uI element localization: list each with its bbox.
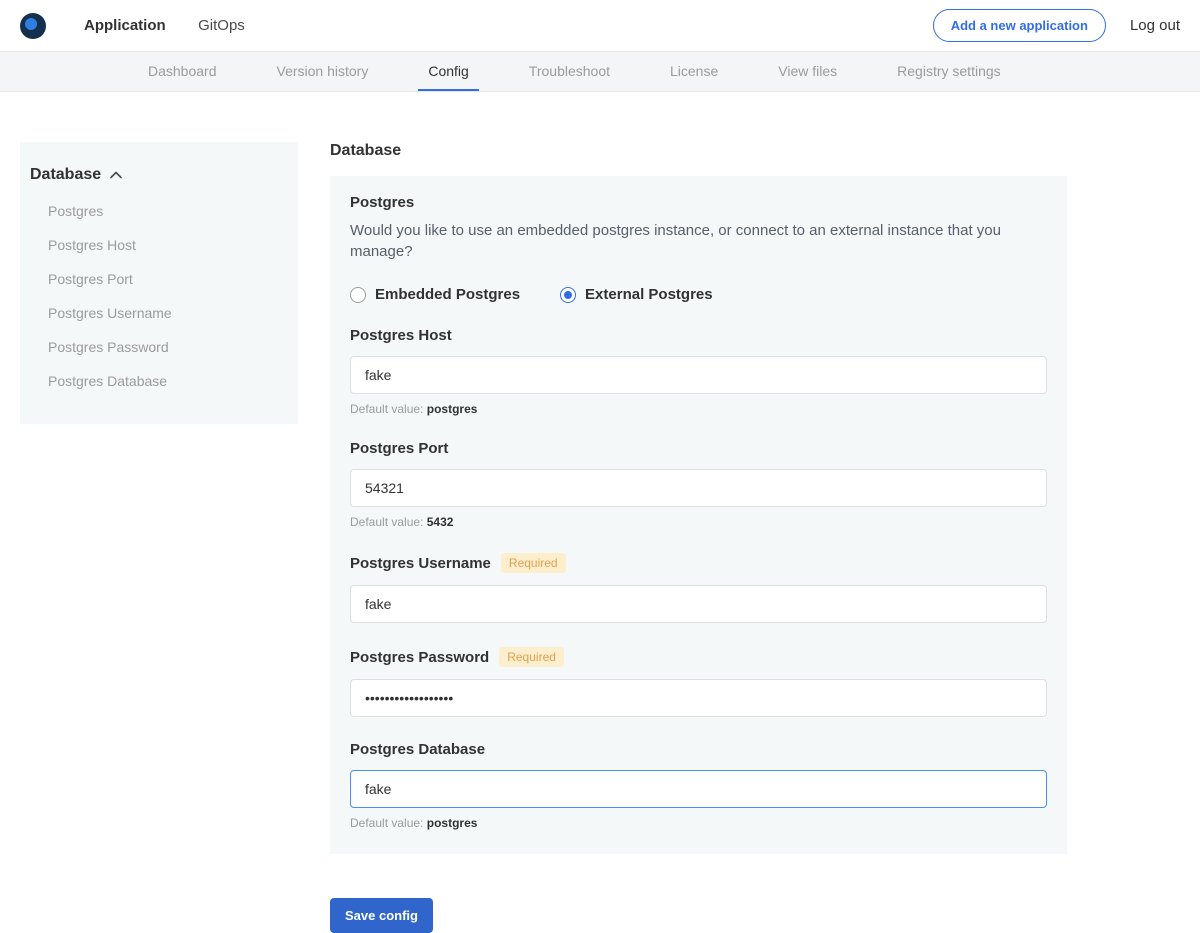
config-content: Database Postgres Would you like to use … [330, 142, 1067, 933]
sidebar-item-postgres-database[interactable]: Postgres Database [20, 364, 298, 398]
field-label-text: Postgres Password [350, 649, 489, 666]
app-subnav: Dashboard Version history Config Trouble… [0, 52, 1200, 92]
sidebar-group-database[interactable]: Database [20, 166, 298, 184]
sidebar-item-postgres[interactable]: Postgres [20, 194, 298, 228]
config-group-box: Postgres Would you like to use an embedd… [330, 176, 1067, 854]
field-label-text: Postgres Database [350, 741, 485, 758]
subnav-tab-registry-settings[interactable]: Registry settings [887, 52, 1010, 91]
group-title: Postgres [350, 194, 1047, 211]
field-label: Postgres Username Required [350, 553, 1047, 573]
field-postgres-database: Postgres Database Default value: postgre… [350, 741, 1047, 830]
subnav-tab-troubleshoot[interactable]: Troubleshoot [519, 52, 620, 91]
sidebar-item-list: Postgres Postgres Host Postgres Port Pos… [20, 194, 298, 398]
save-config-button[interactable]: Save config [330, 898, 433, 933]
field-label: Postgres Port [350, 440, 1047, 457]
tab-gitops[interactable]: GitOps [184, 0, 259, 52]
postgres-username-input[interactable] [350, 585, 1047, 623]
radio-selected-icon [560, 287, 576, 303]
tab-application[interactable]: Application [70, 0, 180, 52]
app-logo-icon [20, 13, 46, 39]
radio-unselected-icon [350, 287, 366, 303]
radio-external-postgres[interactable]: External Postgres [560, 286, 713, 303]
field-postgres-password: Postgres Password Required [350, 647, 1047, 717]
top-navbar: Application GitOps Add a new application… [0, 0, 1200, 52]
required-badge: Required [501, 553, 566, 573]
radio-embedded-label: Embedded Postgres [375, 286, 520, 303]
sidebar-item-postgres-port[interactable]: Postgres Port [20, 262, 298, 296]
top-navbar-right: Add a new application Log out [933, 9, 1180, 42]
group-help-text: Would you like to use an embedded postgr… [350, 220, 1047, 262]
default-label: Default value: [350, 816, 423, 830]
default-value: postgres [427, 402, 478, 416]
default-value: 5432 [427, 515, 454, 529]
default-value: postgres [427, 816, 478, 830]
field-label-text: Postgres Host [350, 327, 452, 344]
top-navbar-left: Application GitOps [20, 0, 259, 51]
postgres-port-input[interactable] [350, 469, 1047, 507]
field-label: Postgres Database [350, 741, 1047, 758]
default-label: Default value: [350, 515, 423, 529]
config-sidebar: Database Postgres Postgres Host Postgres… [20, 142, 298, 424]
required-badge: Required [499, 647, 564, 667]
radio-external-label: External Postgres [585, 286, 713, 303]
postgres-password-input[interactable] [350, 679, 1047, 717]
default-label: Default value: [350, 402, 423, 416]
postgres-database-input[interactable] [350, 770, 1047, 808]
field-postgres-host: Postgres Host Default value: postgres [350, 327, 1047, 416]
field-label: Postgres Host [350, 327, 1047, 344]
add-application-button[interactable]: Add a new application [933, 9, 1106, 42]
subnav-tab-version-history[interactable]: Version history [267, 52, 379, 91]
sidebar-item-postgres-password[interactable]: Postgres Password [20, 330, 298, 364]
sidebar-group-label: Database [30, 166, 101, 184]
subnav-tab-license[interactable]: License [660, 52, 728, 91]
default-value-hint: Default value: postgres [350, 402, 1047, 416]
top-nav-tabs: Application GitOps [70, 0, 259, 52]
field-label: Postgres Password Required [350, 647, 1047, 667]
subnav-tab-view-files[interactable]: View files [768, 52, 847, 91]
logout-link[interactable]: Log out [1130, 17, 1180, 34]
config-page: Database Postgres Postgres Host Postgres… [0, 92, 1200, 933]
default-value-hint: Default value: 5432 [350, 515, 1047, 529]
field-label-text: Postgres Port [350, 440, 448, 457]
field-postgres-port: Postgres Port Default value: 5432 [350, 440, 1047, 529]
sidebar-item-postgres-username[interactable]: Postgres Username [20, 296, 298, 330]
field-postgres-username: Postgres Username Required [350, 553, 1047, 623]
field-label-text: Postgres Username [350, 555, 491, 572]
sidebar-item-postgres-host[interactable]: Postgres Host [20, 228, 298, 262]
subnav-tab-dashboard[interactable]: Dashboard [138, 52, 227, 91]
default-value-hint: Default value: postgres [350, 816, 1047, 830]
radio-embedded-postgres[interactable]: Embedded Postgres [350, 286, 520, 303]
chevron-up-icon [110, 166, 122, 184]
postgres-host-input[interactable] [350, 356, 1047, 394]
postgres-mode-radio-group: Embedded Postgres External Postgres [350, 286, 1047, 303]
section-title: Database [330, 142, 1067, 160]
subnav-tab-config[interactable]: Config [418, 52, 478, 91]
